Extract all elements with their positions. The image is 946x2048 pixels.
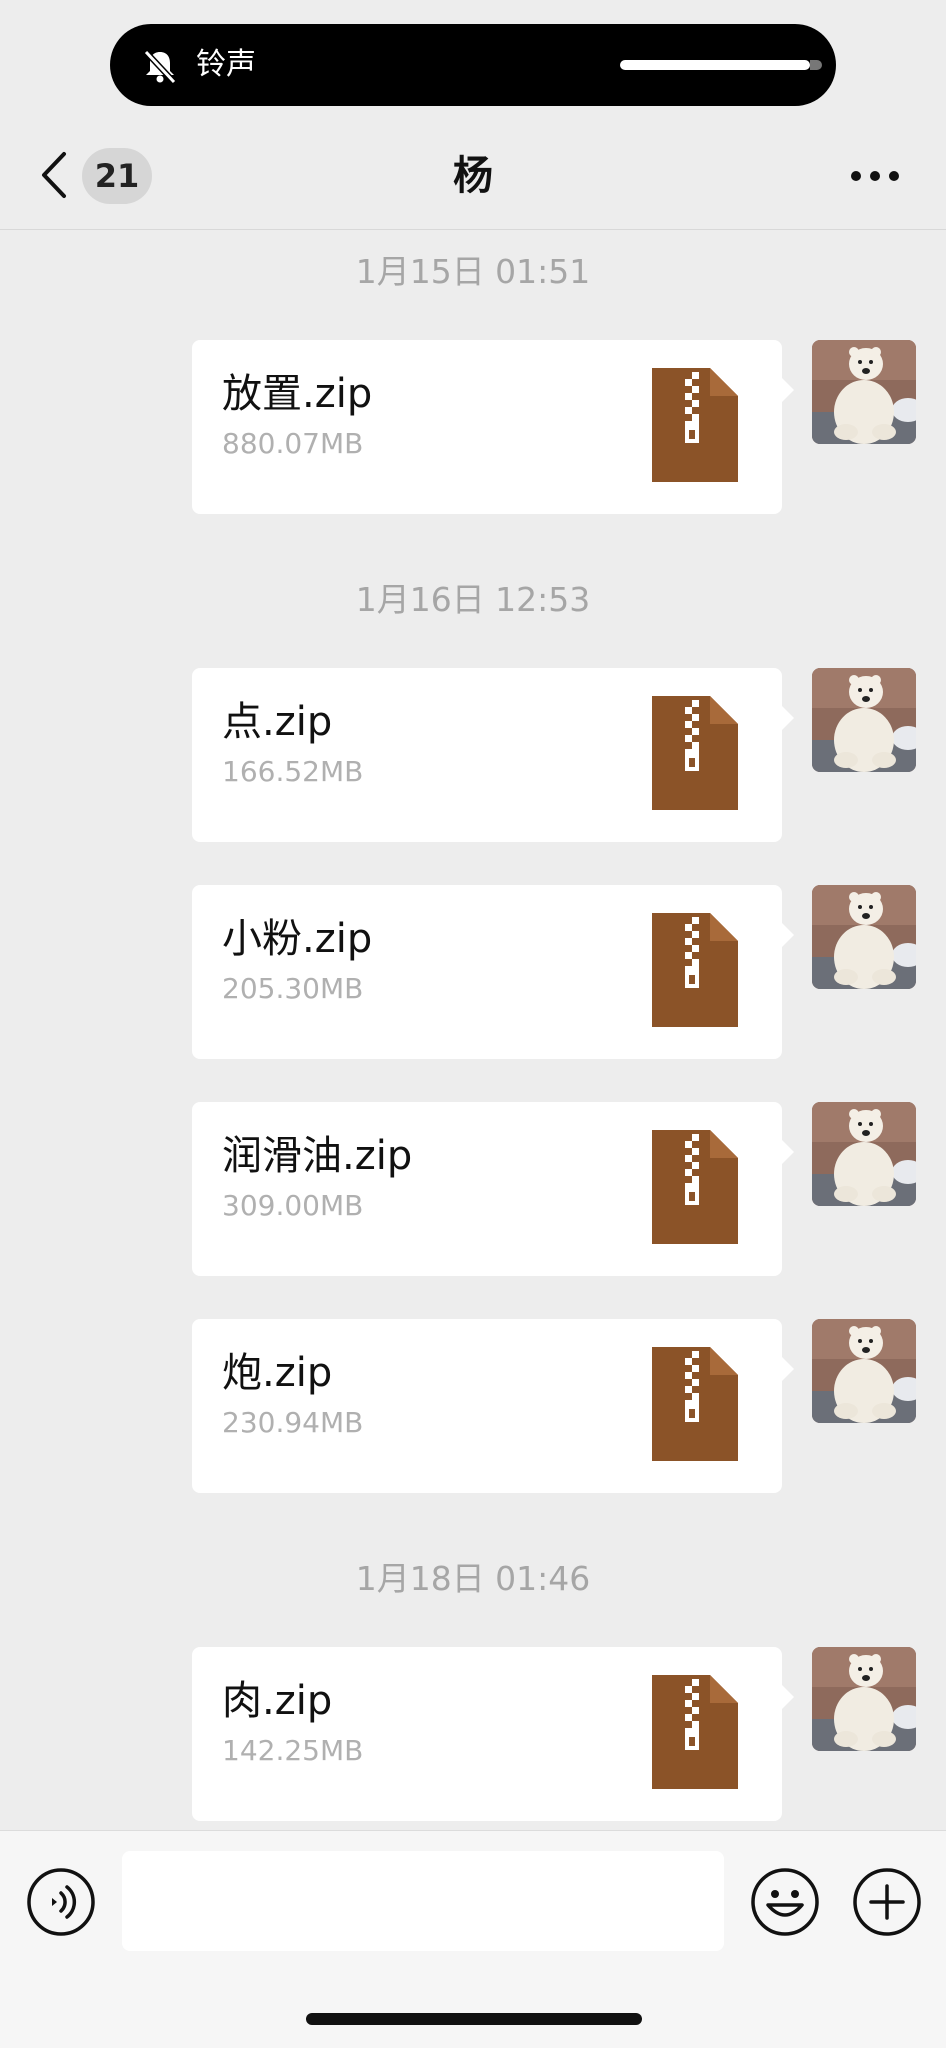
voice-icon[interactable] [26,1867,96,1937]
avatar[interactable] [812,1102,916,1206]
file-name: 润滑油.zip [222,1133,413,1179]
file-bubble[interactable]: 润滑油.zip 309.00MB [192,1102,794,1276]
nav-bar: 21 杨 [0,120,946,230]
message-input[interactable] [122,1851,724,1951]
bell-slash-icon [143,49,177,85]
file-name: 小粉.zip [222,916,373,962]
zip-file-icon [652,913,738,1027]
zip-file-icon [652,1675,738,1789]
chat-title: 杨 [453,153,493,199]
file-message: 润滑油.zip 309.00MB [0,1102,946,1276]
timestamp: 1月18日 01:46 [355,1559,591,1598]
timestamp: 1月15日 01:51 [355,252,591,291]
file-message: 肉.zip 142.25MB [0,1647,946,1821]
zip-file-icon [652,696,738,810]
file-message: 炮.zip 230.94MB [0,1319,946,1493]
file-size: 309.00MB [222,1189,364,1222]
file-size: 230.94MB [222,1406,364,1439]
file-size: 166.52MB [222,755,364,788]
zip-file-icon [652,1347,738,1461]
file-size: 880.07MB [222,427,364,460]
file-name: 放置.zip [222,371,373,417]
avatar[interactable] [812,668,916,772]
avatar[interactable] [812,1319,916,1423]
volume-bar [620,60,822,70]
file-message: 点.zip 166.52MB [0,668,946,842]
file-size: 142.25MB [222,1734,364,1767]
file-message: 放置.zip 880.07MB [0,340,946,514]
more-icon[interactable] [850,168,900,184]
emoji-icon[interactable] [750,1867,820,1937]
file-bubble[interactable]: 放置.zip 880.07MB [192,340,794,514]
avatar[interactable] [812,1647,916,1751]
zip-file-icon [652,1130,738,1244]
status-island: 铃声 [110,24,836,106]
ringer-label: 铃声 [196,47,256,82]
file-bubble[interactable]: 肉.zip 142.25MB [192,1647,794,1821]
avatar[interactable] [812,885,916,989]
avatar[interactable] [812,340,916,444]
timestamp: 1月16日 12:53 [355,580,591,619]
home-indicator[interactable] [306,2013,642,2025]
input-bar [0,1830,946,2048]
plus-icon[interactable] [852,1867,922,1937]
file-name: 肉.zip [222,1678,333,1724]
file-bubble[interactable]: 炮.zip 230.94MB [192,1319,794,1493]
file-bubble[interactable]: 点.zip 166.52MB [192,668,794,842]
zip-file-icon [652,368,738,482]
file-name: 炮.zip [222,1350,333,1396]
file-bubble[interactable]: 小粉.zip 205.30MB [192,885,794,1059]
file-size: 205.30MB [222,972,364,1005]
file-name: 点.zip [222,699,333,745]
file-message: 小粉.zip 205.30MB [0,885,946,1059]
